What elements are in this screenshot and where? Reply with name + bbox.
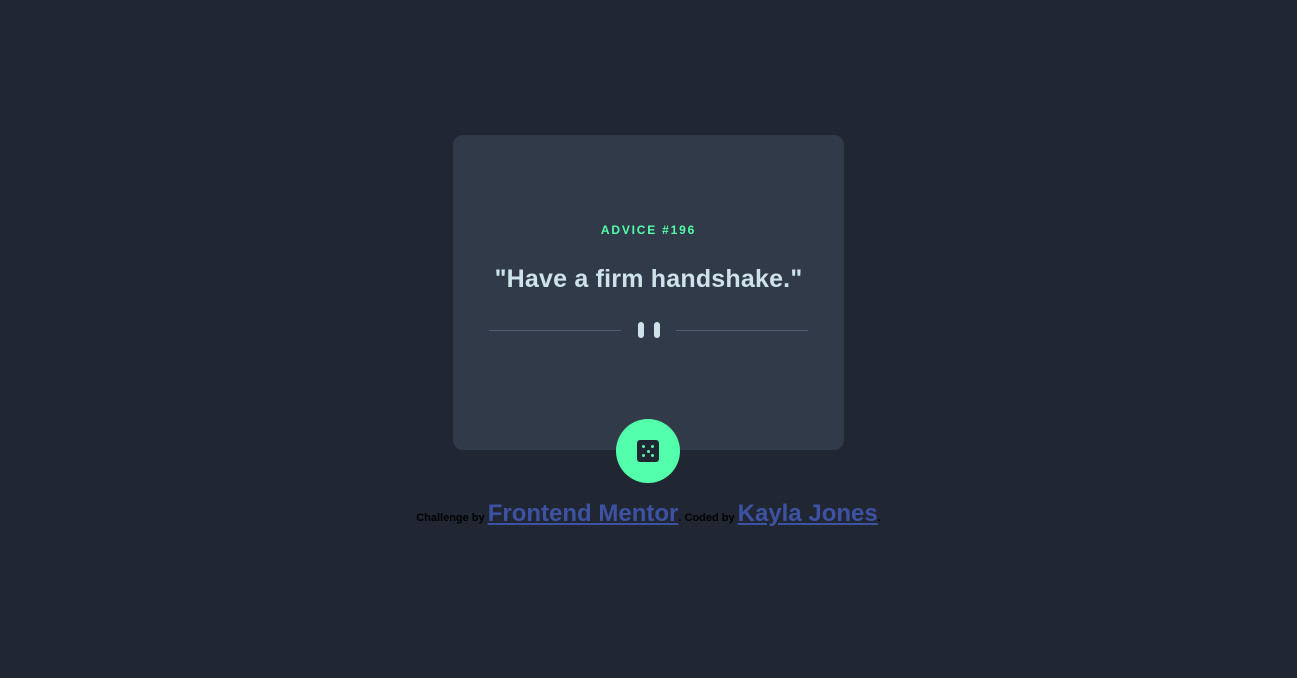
attribution-end: . (877, 512, 881, 524)
attribution: Challenge by Frontend Mentor. Coded by K… (0, 498, 1297, 534)
page: ADVICE #196 "Have a firm handshake." Cha… (0, 0, 1297, 678)
divider-line-right (676, 330, 808, 331)
advice-text: "Have a firm handshake." (494, 265, 803, 293)
pattern-divider (489, 321, 808, 341)
pause-icon (638, 322, 660, 340)
advice-id: ADVICE #196 (600, 223, 697, 237)
challenge-by-text: Challenge by (416, 512, 485, 524)
dice-button[interactable] (616, 419, 680, 483)
advice-card: ADVICE #196 "Have a firm handshake." (453, 135, 844, 450)
divider-line-left (489, 330, 621, 331)
author-link[interactable]: Kayla Jones (738, 500, 878, 527)
coded-by-text: . Coded by (678, 512, 735, 524)
dice-icon (637, 440, 659, 462)
frontend-mentor-link[interactable]: Frontend Mentor (488, 500, 679, 527)
